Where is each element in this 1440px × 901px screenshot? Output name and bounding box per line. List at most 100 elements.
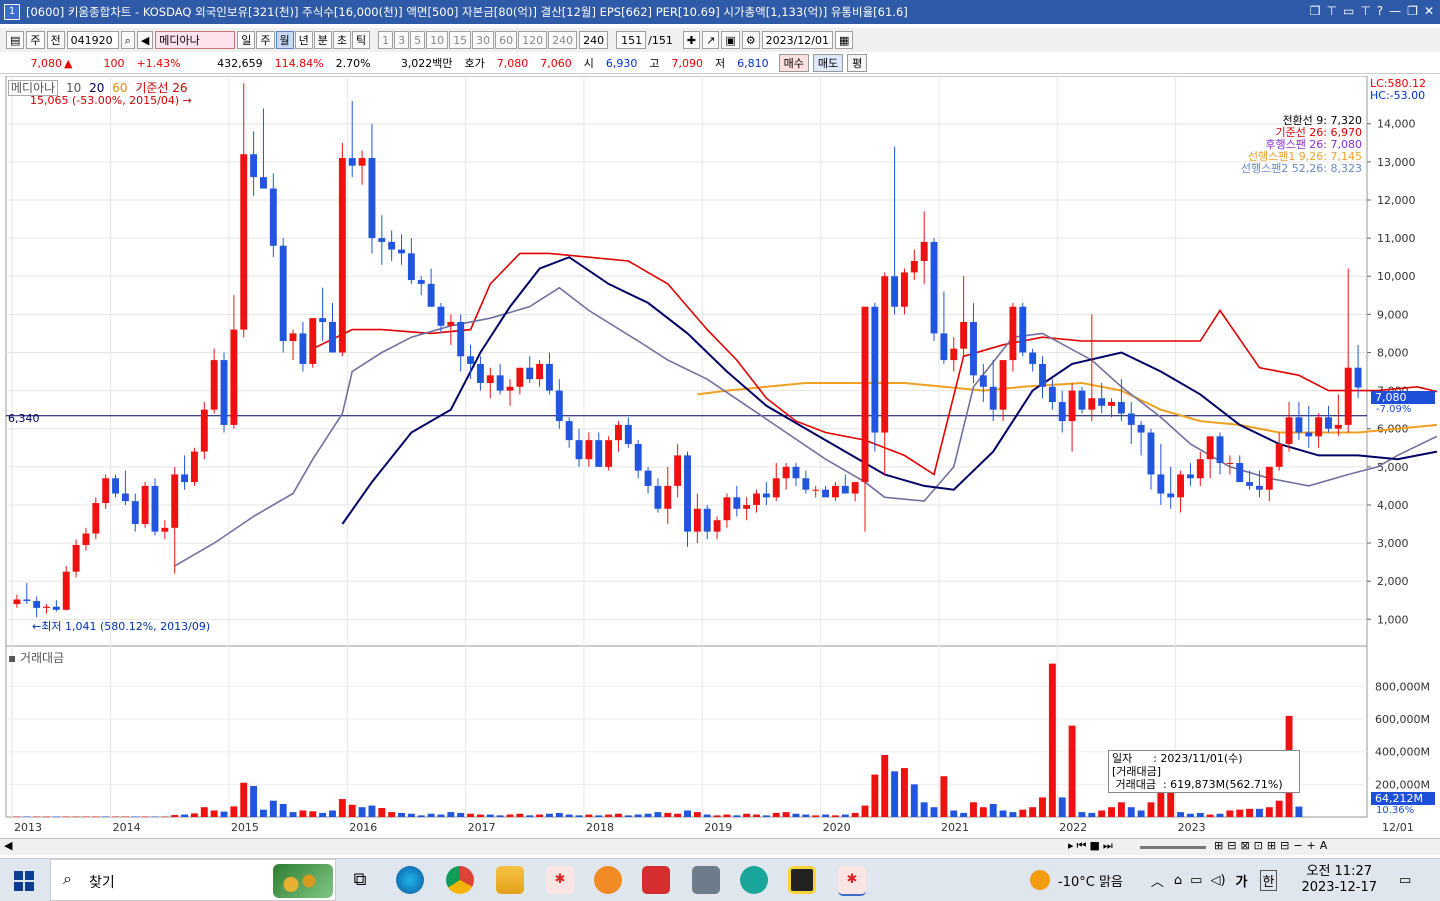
zoom-track[interactable] (1140, 846, 1206, 849)
crosshair-icon[interactable]: ✚ (682, 31, 701, 49)
edge-icon[interactable] (396, 866, 424, 894)
candle-body (565, 421, 573, 441)
period-tab-2[interactable]: 월 (275, 31, 294, 49)
task-view-icon[interactable]: ⧉ (346, 866, 374, 894)
candle-body (1147, 432, 1155, 475)
kiwoom-app-icon-2[interactable]: ✱ (838, 866, 866, 896)
help-icon[interactable]: ? (1377, 4, 1383, 18)
interval-button-30[interactable]: 30 (472, 31, 495, 49)
interval-buttons: 1 3 5 10 15 30 60 120 240 (378, 31, 578, 49)
tool-icon[interactable]: ⊤ (1360, 4, 1370, 18)
weather-icon[interactable] (1030, 870, 1050, 890)
volume-bar (289, 812, 297, 817)
quote-bar: 7,080 ▲ 100 +1.43% 432,659 114.84% 2.70%… (0, 53, 1440, 74)
restore-icon[interactable]: ❐ (1310, 4, 1321, 18)
notification-icon[interactable]: ▭ (1399, 873, 1411, 888)
calendar-icon[interactable]: ▦ (835, 31, 854, 49)
tool-f-icon[interactable]: ⊟ (1280, 839, 1293, 852)
zoom-in-icon[interactable]: + (1307, 839, 1320, 852)
windows-start-icon[interactable] (14, 871, 34, 891)
file-explorer-icon[interactable] (496, 866, 524, 894)
tray-chevron-icon[interactable]: ︿ (1151, 871, 1164, 890)
period-tab-6[interactable]: 틱 (352, 31, 371, 49)
calculator-icon[interactable] (692, 866, 720, 894)
interval-button-120[interactable]: 120 (518, 31, 548, 49)
save-icon[interactable]: ▣ (721, 31, 740, 49)
price-chart[interactable]: 2013 2014 2015 2016 2017 2018 2019 2020 2021 2022… (0, 76, 1440, 836)
sell-button[interactable]: 매도 (812, 54, 844, 72)
period-tab-3[interactable]: 년 (294, 31, 313, 49)
volume-bar (654, 812, 662, 817)
teal-app-icon[interactable] (740, 866, 768, 894)
stock-name-field[interactable]: 메디아나 (155, 31, 236, 49)
interval-button-3[interactable]: 3 (394, 31, 410, 49)
weather-text[interactable]: -10°C 맑음 (1058, 871, 1123, 890)
interval-button-1[interactable]: 1 (378, 31, 394, 49)
sticky-notes-icon[interactable] (788, 866, 816, 894)
date-input[interactable]: 2023/12/01 (761, 31, 833, 49)
candle-body (1325, 417, 1332, 429)
font-size-icon[interactable]: A (1320, 839, 1332, 852)
zoom-out-icon[interactable]: − (1293, 839, 1306, 852)
layout-icon[interactable]: ▭ (1343, 4, 1354, 18)
window-number-badge: 1 (4, 4, 20, 20)
chrome-icon[interactable] (446, 866, 474, 894)
search-icon[interactable]: ⌕ (120, 31, 135, 49)
y-tick-label: 10,000 (1377, 270, 1416, 283)
volume-bar (664, 812, 672, 817)
settings-icon[interactable]: ⚙ (741, 31, 760, 49)
tool-b-icon[interactable]: ⊟ (1227, 839, 1240, 852)
volume-icon[interactable]: ◁) (1210, 873, 1225, 888)
tool-d-icon[interactable]: ⊡ (1254, 839, 1267, 852)
period-tab-0[interactable]: 일 (237, 31, 256, 49)
chart-area[interactable]: 2013 2014 2015 2016 2017 2018 2019 2020 2021 2022… (0, 76, 1440, 836)
red-app-icon[interactable] (642, 866, 670, 894)
first-icon[interactable]: ⏮ (1077, 839, 1090, 852)
all-toggle-button[interactable]: 전 (46, 31, 65, 49)
minimize-icon[interactable]: — (1389, 4, 1401, 18)
drawing-icon[interactable]: ↗ (702, 31, 720, 49)
ichimoku-item-4: 선행스팬2 52,26: 8,323 (1240, 162, 1362, 175)
clock[interactable]: 오전 11:27 2023-12-17 (1301, 864, 1377, 896)
ime-mode-icon[interactable]: 가 (1236, 871, 1248, 890)
orange-app-icon[interactable] (594, 866, 622, 894)
maximize-icon[interactable]: ❐ (1407, 4, 1418, 18)
interval-select[interactable]: 240 (579, 31, 609, 49)
stop-icon[interactable]: ■ (1089, 839, 1102, 852)
chart-scrollbar[interactable]: ◀ ▸⏮■⏭ ⊞⊟⊠⊡⊞⊟−+A (0, 838, 1440, 855)
kiwoom-app-icon-1[interactable]: ✱ (546, 866, 574, 894)
period-tab-1[interactable]: 주 (256, 31, 275, 49)
tool-e-icon[interactable]: ⊞ (1267, 839, 1280, 852)
period-tab-5[interactable]: 초 (332, 31, 352, 49)
interval-button-5[interactable]: 5 (410, 31, 426, 49)
ime-lang-icon[interactable]: 한 (1259, 869, 1278, 891)
x-tick-label: 2022 (1059, 821, 1087, 834)
layout-menu-icon[interactable]: ▤ (6, 31, 25, 49)
interval-button-15[interactable]: 15 (449, 31, 472, 49)
interval-button-10[interactable]: 10 (426, 31, 449, 49)
buy-button[interactable]: 매수 (778, 54, 809, 72)
y-tick-label: 11,000 (1377, 232, 1416, 245)
pin-icon[interactable]: ⊤ (1327, 4, 1337, 18)
average-button[interactable]: 평 (847, 54, 868, 72)
interval-button-240[interactable]: 240 (548, 31, 578, 49)
volume-bar (634, 814, 642, 817)
scroll-left-icon[interactable]: ◀ (4, 839, 12, 852)
count-input[interactable]: 151 (616, 31, 647, 49)
market-type-select[interactable]: 주 (26, 31, 45, 49)
speaker-icon[interactable]: ◀ (136, 31, 154, 49)
taskbar-search-box[interactable]: ⌕ 찾기 (50, 859, 336, 901)
tool-a-icon[interactable]: ⊞ (1214, 839, 1227, 852)
stock-code-input[interactable]: 041920 (66, 31, 119, 49)
prev-icon[interactable]: ▸ (1068, 839, 1077, 852)
network-icon[interactable]: ▭ (1190, 873, 1202, 888)
close-icon[interactable]: ✕ (1424, 4, 1434, 18)
tray-app-icon[interactable]: ⌂ (1174, 873, 1182, 888)
y-tick-label: 14,000 (1377, 118, 1416, 131)
last-icon[interactable]: ⏭ (1103, 839, 1116, 852)
candle-body (871, 306, 879, 433)
period-tab-4[interactable]: 분 (313, 31, 332, 49)
interval-button-60[interactable]: 60 (495, 31, 518, 49)
high-price: 7,090 (671, 56, 704, 70)
tool-c-icon[interactable]: ⊠ (1240, 839, 1253, 852)
